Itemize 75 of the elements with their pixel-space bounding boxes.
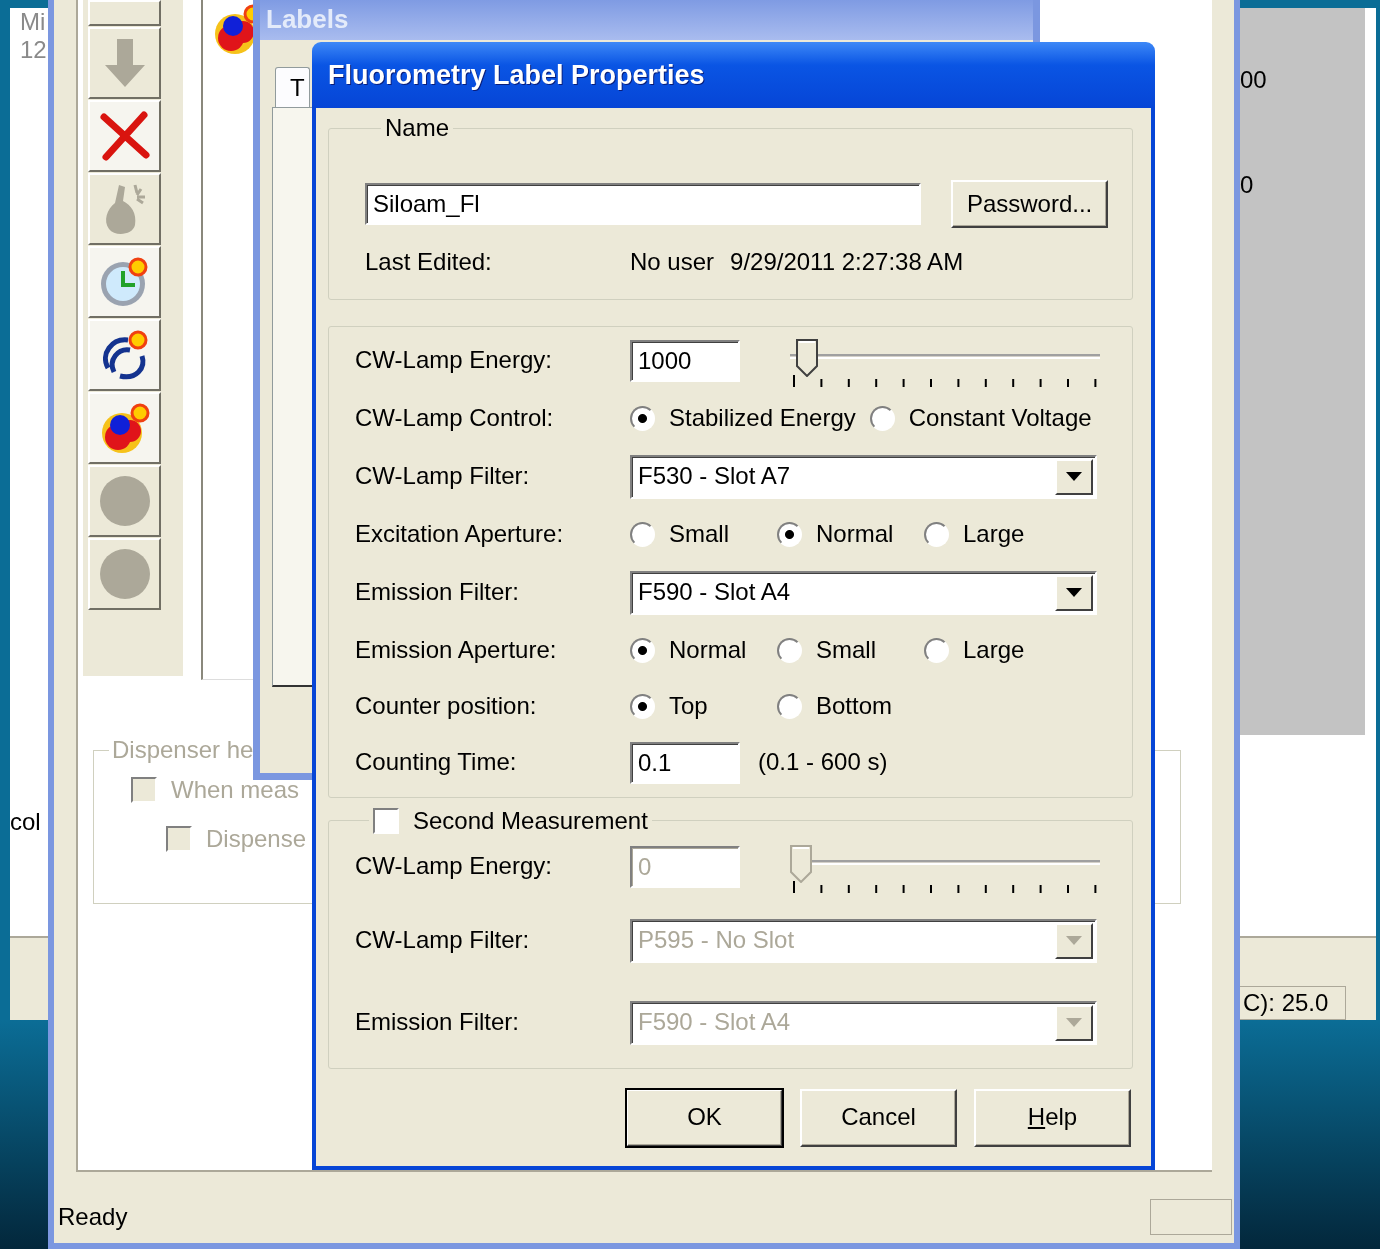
range-hint: (0.1 - 600 s) [758, 748, 888, 778]
window-text: col [10, 808, 41, 837]
group-title: Name [384, 116, 451, 140]
caret-icon [1066, 587, 1082, 598]
caret-icon [1066, 471, 1082, 482]
caret-icon [1066, 1017, 1082, 1028]
field-label: Emission Filter: [355, 1007, 521, 1038]
toolbar-button[interactable] [88, 319, 161, 391]
radio-button[interactable] [777, 694, 802, 720]
radio-button[interactable] [630, 522, 655, 548]
field-label: Counter position: [355, 691, 538, 722]
field-label: Last Edited: [365, 248, 493, 277]
panel-text: 0 [1240, 170, 1254, 200]
circle-icon [97, 474, 152, 528]
radio-label: Small [816, 636, 876, 666]
radio-label: Normal [669, 636, 747, 666]
delete-icon [97, 109, 152, 163]
window-text: 12 [20, 36, 47, 64]
status-text: Ready [58, 1202, 128, 1232]
tab[interactable]: T [275, 67, 310, 107]
field-label: Emission Filter: [355, 577, 521, 608]
checkbox[interactable] [373, 807, 399, 834]
field-value: No user [630, 248, 715, 277]
dialog-button[interactable]: Help [974, 1088, 1131, 1147]
time-field[interactable]: 0.1 [630, 741, 740, 784]
radio-button[interactable] [869, 406, 895, 432]
radio-label: Large [963, 520, 1025, 550]
window-text: Mi [20, 8, 47, 36]
dialog-title: Fluorometry Label Properties [312, 42, 1155, 108]
checkbox-label: Dispense [206, 824, 307, 854]
circle-icon [97, 547, 152, 601]
field-label: CW-Lamp Filter: [355, 925, 531, 956]
field-label: CW-Lamp Control: [355, 403, 555, 434]
radio-button[interactable] [630, 694, 655, 720]
field-label: CW-Lamp Energy: [355, 851, 553, 882]
field-label: Emission Aperture: [355, 635, 558, 666]
dialog-button[interactable]: Cancel [800, 1088, 957, 1147]
radio-button[interactable] [777, 522, 802, 548]
radio-button[interactable] [777, 638, 802, 664]
group-title: Dispenser he [111, 738, 255, 762]
ok-button[interactable]: OK [626, 1088, 783, 1147]
radio-label: Bottom [816, 692, 893, 722]
radio-button[interactable] [630, 638, 655, 664]
toolbar-button[interactable] [88, 100, 161, 172]
radio-button[interactable] [924, 638, 949, 664]
radio-button[interactable] [630, 406, 655, 432]
slider-thumb[interactable] [795, 338, 818, 377]
toolbar-button[interactable] [88, 392, 161, 464]
radio-button[interactable] [924, 522, 949, 548]
energy-field[interactable]: 1000 [630, 339, 740, 382]
panel-text: 00 [1240, 66, 1267, 95]
dropdown-button[interactable] [1055, 574, 1093, 611]
dropdown-button[interactable] [1055, 458, 1093, 495]
radio-label: Normal [816, 520, 894, 550]
slider[interactable] [790, 338, 1100, 375]
password-button[interactable]: Password... [951, 180, 1108, 228]
field-label: CW-Lamp Filter: [355, 461, 531, 492]
radio-label: Constant Voltage [908, 404, 1092, 434]
slider[interactable] [790, 844, 1100, 881]
radio-label: Small [669, 520, 729, 550]
dropdown[interactable]: F530 - Slot A7 [630, 454, 1097, 499]
radio-label: Stabilized Energy [669, 404, 856, 434]
toolbar-button[interactable] [88, 246, 161, 318]
radio-label: Top [669, 692, 708, 722]
field-label: Counting Time: [355, 747, 518, 778]
checkbox-label: When meas [171, 776, 300, 805]
window-title: Labels [260, 0, 1033, 40]
dropdown[interactable]: F590 - Slot A4 [630, 570, 1097, 615]
field-label: CW-Lamp Energy: [355, 345, 553, 376]
checkbox-label: Second Measurement [413, 808, 648, 833]
caret-icon [1066, 935, 1082, 946]
field-label: Excitation Aperture: [355, 519, 565, 550]
radio-label: Large [963, 636, 1025, 666]
name-field[interactable]: Siloam_Fl [365, 183, 922, 225]
field-value: 9/29/2011 2:27:38 AM [730, 248, 964, 277]
